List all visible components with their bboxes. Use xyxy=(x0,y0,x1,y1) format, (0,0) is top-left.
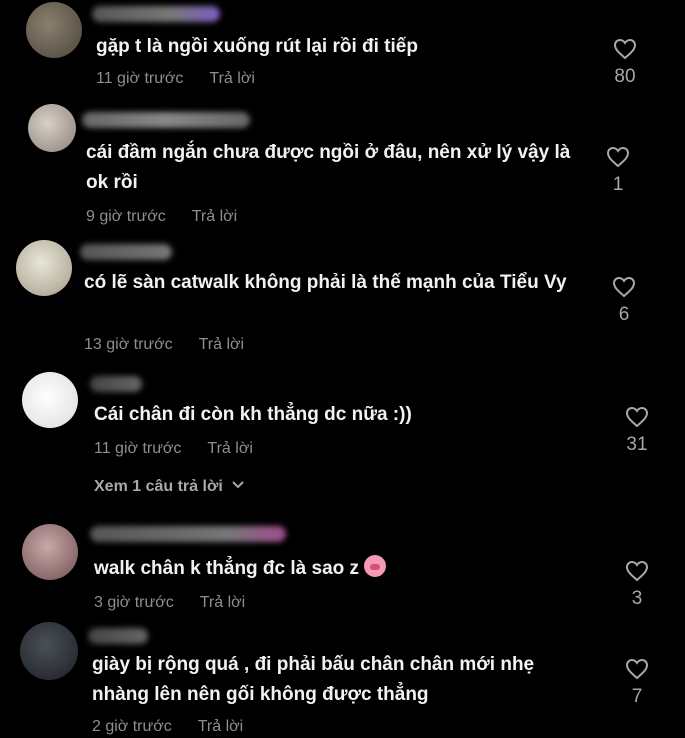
comment-meta: 11 giờ trước Trả lời xyxy=(96,70,255,88)
comment-text: có lẽ sàn catwalk không phải là thế mạnh… xyxy=(84,272,567,293)
like-count: 1 xyxy=(612,174,624,195)
comment-time: 2 giờ trước xyxy=(92,718,172,735)
avatar[interactable] xyxy=(22,524,78,580)
like-count: 7 xyxy=(631,686,643,707)
like-control[interactable]: 1 xyxy=(598,146,638,196)
comment-time: 13 giờ trước xyxy=(84,336,173,353)
reply-button[interactable]: Trả lời xyxy=(209,70,254,87)
chevron-down-icon xyxy=(232,481,244,489)
comment-meta: 9 giờ trước Trả lời xyxy=(86,208,237,226)
view-replies-button[interactable]: Xem 1 câu trả lời xyxy=(94,478,245,496)
pig-face-emoji xyxy=(364,555,387,577)
comment-meta: 3 giờ trước Trả lời xyxy=(94,594,245,612)
avatar[interactable] xyxy=(22,372,78,428)
reply-button[interactable]: Trả lời xyxy=(198,718,243,735)
comment-time: 3 giờ trước xyxy=(94,594,174,611)
username-blurred[interactable] xyxy=(88,628,148,644)
heart-outline-icon[interactable] xyxy=(606,146,630,168)
comment-time: 11 giờ trước xyxy=(94,440,182,457)
comment-text: giày bị rộng quá , đi phải bấu chân chân… xyxy=(92,654,535,705)
comment-text: gặp t là ngồi xuống rút lại rồi đi tiếp xyxy=(96,36,418,57)
reply-button[interactable]: Trả lời xyxy=(200,594,245,611)
like-control[interactable]: 3 xyxy=(617,560,657,610)
comment-text: cái đầm ngắn chưa được ngồi ở đâu, nên x… xyxy=(86,142,571,193)
comment-text-content: walk chân k thẳng đc là sao z xyxy=(94,558,360,579)
avatar[interactable] xyxy=(16,240,72,296)
like-count: 6 xyxy=(618,304,630,325)
comment-text: Cái chân đi còn kh thẳng dc nữa :)) xyxy=(94,404,412,425)
like-control[interactable]: 80 xyxy=(605,38,645,88)
avatar[interactable] xyxy=(28,104,76,152)
comment-meta: 2 giờ trước Trả lời xyxy=(92,718,243,736)
heart-outline-icon[interactable] xyxy=(625,560,649,582)
username-blurred[interactable] xyxy=(92,6,220,22)
view-replies-label: Xem 1 câu trả lời xyxy=(94,478,223,495)
heart-outline-icon[interactable] xyxy=(625,406,649,428)
like-count: 80 xyxy=(614,66,636,87)
username-blurred[interactable] xyxy=(80,244,172,260)
avatar[interactable] xyxy=(26,2,82,58)
reply-button[interactable]: Trả lời xyxy=(199,336,244,353)
like-control[interactable]: 7 xyxy=(617,658,657,708)
comment-time: 9 giờ trước xyxy=(86,208,166,225)
avatar[interactable] xyxy=(20,622,78,680)
like-count: 31 xyxy=(626,434,648,455)
heart-outline-icon[interactable] xyxy=(612,276,636,298)
comment-time: 11 giờ trước xyxy=(96,70,184,87)
heart-outline-icon[interactable] xyxy=(613,38,637,60)
username-blurred[interactable] xyxy=(90,376,142,392)
like-count: 3 xyxy=(631,588,643,609)
like-control[interactable]: 31 xyxy=(617,406,657,456)
like-control[interactable]: 6 xyxy=(604,276,644,326)
comment-meta: 13 giờ trước Trả lời xyxy=(84,336,244,354)
username-blurred[interactable] xyxy=(90,526,286,542)
reply-button[interactable]: Trả lời xyxy=(192,208,237,225)
reply-button[interactable]: Trả lời xyxy=(207,440,252,457)
username-blurred[interactable] xyxy=(82,112,250,128)
heart-outline-icon[interactable] xyxy=(625,658,649,680)
comment-meta: 11 giờ trước Trả lời xyxy=(94,440,253,458)
comment-text: walk chân k thẳng đc là sao z xyxy=(94,554,584,584)
